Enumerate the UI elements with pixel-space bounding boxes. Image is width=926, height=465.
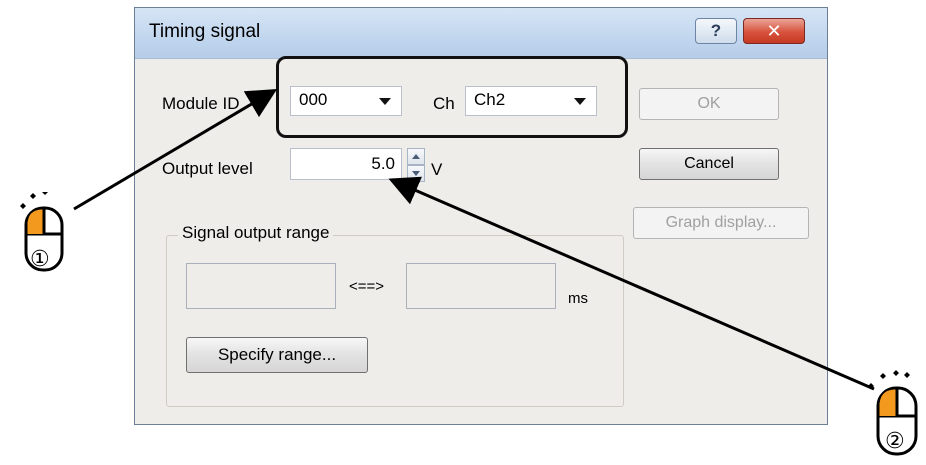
mouse-icon bbox=[20, 189, 64, 272]
step-2-label: ② bbox=[885, 428, 905, 453]
mouse-icon bbox=[866, 370, 918, 456]
arrow-to-output-level bbox=[388, 176, 875, 391]
annotation-arrows bbox=[73, 88, 875, 391]
arrow-to-module-id bbox=[73, 88, 278, 211]
step-1-label: ① bbox=[30, 246, 50, 271]
